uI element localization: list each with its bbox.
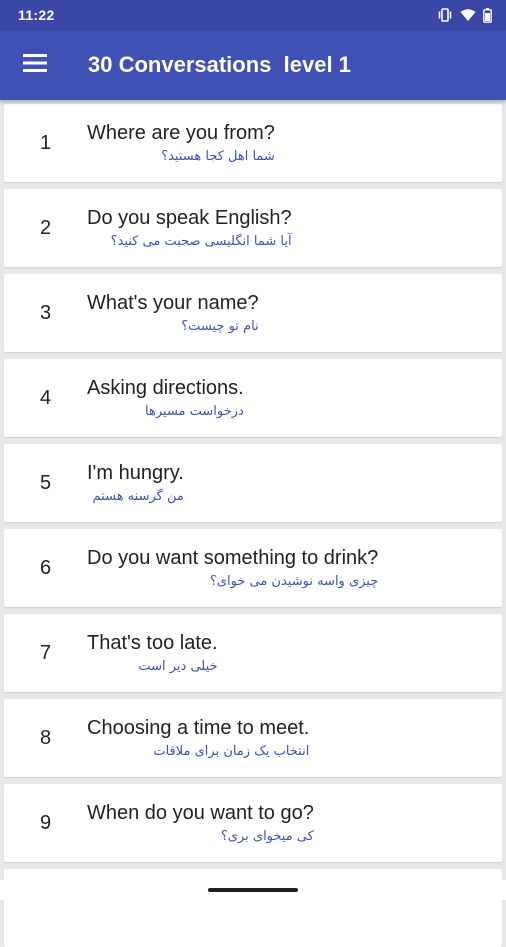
conversation-text: Where are you from? شما اهل کجا هستید؟ [87, 121, 275, 166]
conversation-translation: من گرسنه هستم [92, 488, 184, 504]
status-time: 11:22 [18, 7, 55, 23]
page-title: 30 Conversations level 1 [88, 52, 351, 77]
conversation-number: 3 [39, 301, 52, 324]
system-navigation-bar [0, 880, 506, 900]
status-bar: 11:22 [0, 0, 506, 30]
conversation-title: What's your name? [87, 291, 259, 314]
conversation-title: Do you speak English? [87, 206, 292, 229]
conversation-item[interactable]: 3 What's your name? نام تو چیست؟ [4, 274, 502, 352]
conversation-text: Do you speak English? آیا شما انگلیسی صح… [87, 206, 292, 251]
conversation-text: I'm hungry. من گرسنه هستم [87, 461, 184, 506]
conversation-number: 1 [39, 131, 52, 154]
conversation-list: 1 Where are you from? شما اهل کجا هستید؟… [0, 100, 506, 947]
conversation-item[interactable]: 4 Asking directions. درخواست مسیرها [4, 359, 502, 437]
conversation-number: 7 [39, 641, 52, 664]
hamburger-menu-icon [23, 53, 47, 77]
conversation-number: 9 [39, 811, 52, 834]
conversation-translation: نام تو چیست؟ [181, 318, 259, 334]
conversation-title: When do you want to go? [87, 801, 314, 824]
conversation-text: Choosing a time to meet. انتخاب یک زمان … [87, 716, 309, 761]
conversation-item[interactable]: 5 I'm hungry. من گرسنه هستم [4, 444, 502, 522]
conversation-number: 6 [39, 556, 52, 579]
status-icons [437, 7, 492, 23]
conversation-translation: درخواست مسیرها [145, 403, 244, 419]
conversation-title: I'm hungry. [87, 461, 184, 484]
app-bar: 30 Conversations level 1 [0, 30, 506, 100]
conversation-number: 4 [39, 386, 52, 409]
conversation-number: 8 [39, 726, 52, 749]
vibrate-icon [437, 8, 453, 22]
conversation-title: Choosing a time to meet. [87, 716, 310, 739]
conversation-text: Do you want something to drink? چیزی واس… [87, 546, 378, 591]
home-gesture-handle[interactable] [208, 888, 298, 892]
menu-button[interactable] [0, 30, 70, 100]
conversation-item[interactable]: 7 That's too late. خیلی دیر است [4, 614, 502, 692]
conversation-title: Asking directions. [87, 376, 244, 399]
conversation-title: That's too late. [87, 631, 218, 654]
conversation-text: That's too late. خیلی دیر است [87, 631, 218, 676]
conversation-translation: انتخاب یک زمان برای ملاقات [153, 743, 310, 759]
conversation-translation: خیلی دیر است [138, 658, 218, 674]
conversation-item[interactable]: 2 Do you speak English? آیا شما انگلیسی … [4, 189, 502, 267]
conversation-translation: چیزی واسه نوشیدن می خوای؟ [209, 573, 379, 589]
conversation-text: What's your name? نام تو چیست؟ [87, 291, 259, 336]
conversation-text: When do you want to go? کی میخوای بری؟ [87, 801, 314, 846]
conversation-translation: آیا شما انگلیسی صحبت می کنید؟ [110, 233, 292, 249]
conversation-title: Do you want something to drink? [87, 546, 379, 569]
conversation-translation: شما اهل کجا هستید؟ [161, 148, 275, 164]
conversation-item[interactable]: 1 Where are you from? شما اهل کجا هستید؟ [4, 104, 502, 182]
conversation-item[interactable]: 6 Do you want something to drink? چیزی و… [4, 529, 502, 607]
conversation-item[interactable]: 9 When do you want to go? کی میخوای بری؟ [4, 784, 502, 862]
conversation-title: Where are you from? [87, 121, 275, 144]
conversation-item[interactable]: 8 Choosing a time to meet. انتخاب یک زما… [4, 699, 502, 777]
conversation-number: 2 [39, 216, 52, 239]
wifi-icon [460, 8, 476, 22]
conversation-number: 5 [39, 471, 52, 494]
conversation-translation: کی میخوای بری؟ [220, 828, 314, 844]
conversation-text: Asking directions. درخواست مسیرها [87, 376, 244, 421]
battery-icon [483, 7, 492, 23]
